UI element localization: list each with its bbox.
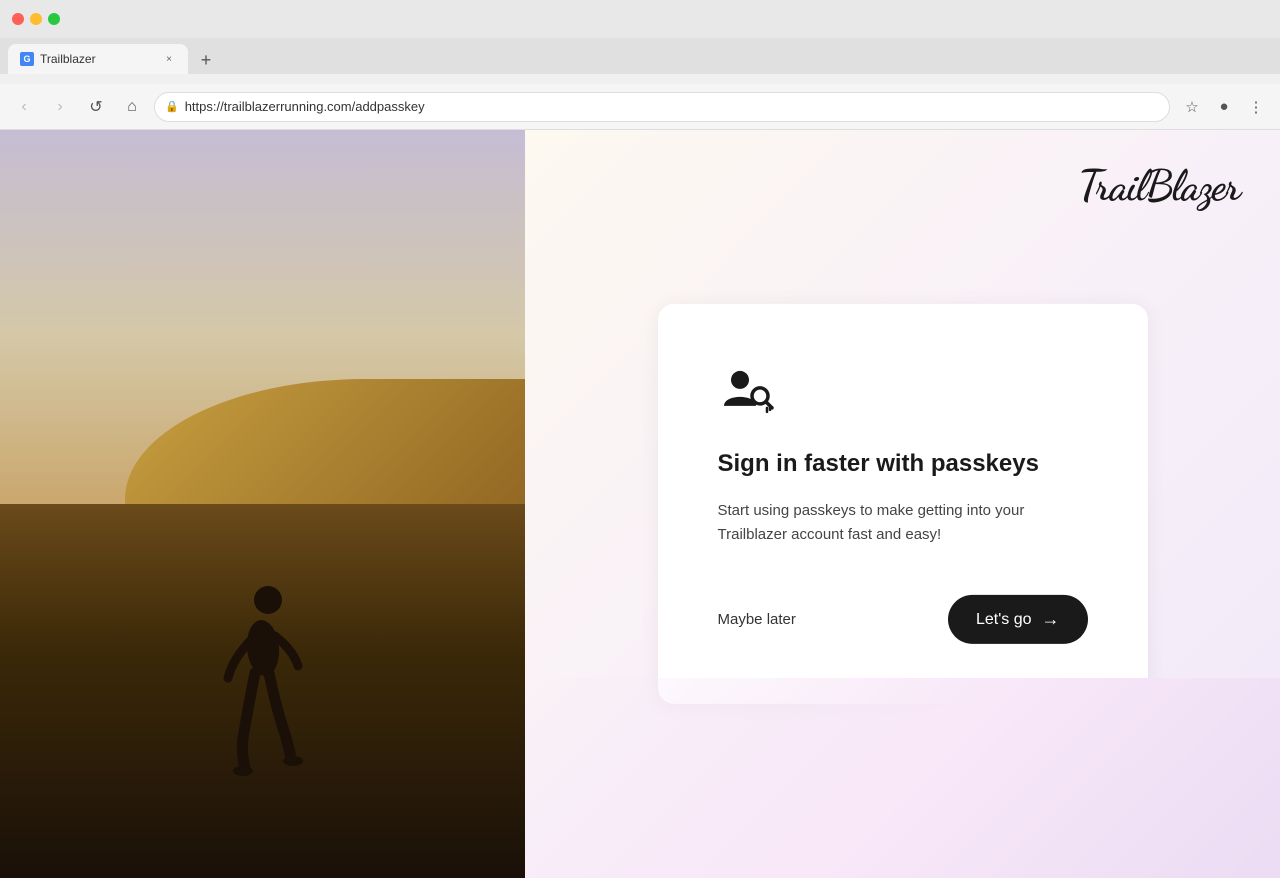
bookmark-button[interactable]: ☆ [1178, 93, 1206, 121]
card-title: Sign in faster with passkeys [718, 448, 1088, 479]
tab-bar: G Trailblazer × + [0, 38, 1280, 74]
runner-silhouette [203, 578, 323, 798]
title-bar [0, 0, 1280, 38]
tab-title: Trailblazer [40, 52, 156, 66]
home-button[interactable]: ⌂ [118, 93, 146, 121]
card-description: Start using passkeys to make getting int… [718, 499, 1088, 547]
lets-go-label: Let's go [976, 611, 1032, 629]
reload-button[interactable]: ↺ [82, 93, 110, 121]
traffic-lights [12, 13, 60, 25]
close-button[interactable] [12, 13, 24, 25]
forward-button[interactable]: › [46, 93, 74, 121]
lets-go-button[interactable]: Let's go → [948, 595, 1088, 644]
active-tab[interactable]: G Trailblazer × [8, 44, 188, 74]
browser-chrome: G Trailblazer × + [0, 0, 1280, 84]
maximize-button[interactable] [48, 13, 60, 25]
page-content: TrailBlazer Sign in faster with passkeys… [0, 130, 1280, 878]
tab-close-button[interactable]: × [162, 52, 176, 66]
passkey-card: Sign in faster with passkeys Start using… [658, 304, 1148, 704]
logo-area: TrailBlazer [1078, 160, 1240, 211]
back-button[interactable]: ‹ [10, 93, 38, 121]
toolbar-right: ☆ ● ⋮ [1178, 93, 1270, 121]
passkey-icon [718, 364, 774, 420]
new-tab-button[interactable]: + [192, 46, 220, 74]
arrow-right-icon: → [1042, 609, 1060, 630]
right-panel: TrailBlazer Sign in faster with passkeys… [525, 130, 1280, 878]
menu-button[interactable]: ⋮ [1242, 93, 1270, 121]
profile-button[interactable]: ● [1210, 93, 1238, 121]
address-bar-row: ‹ › ↺ ⌂ 🔒 https://trailblazerrunning.com… [0, 84, 1280, 130]
lock-icon: 🔒 [165, 100, 179, 113]
minimize-button[interactable] [30, 13, 42, 25]
hero-image-panel [0, 130, 525, 878]
url-text: https://trailblazerrunning.com/addpasske… [185, 99, 425, 114]
bottom-gradient [525, 678, 1280, 878]
tab-favicon: G [20, 52, 34, 66]
card-actions: Maybe later Let's go → [718, 595, 1088, 644]
maybe-later-button[interactable]: Maybe later [718, 603, 796, 636]
address-bar[interactable]: 🔒 https://trailblazerrunning.com/addpass… [154, 92, 1170, 122]
logo-text: TrailBlazer [1078, 160, 1240, 211]
